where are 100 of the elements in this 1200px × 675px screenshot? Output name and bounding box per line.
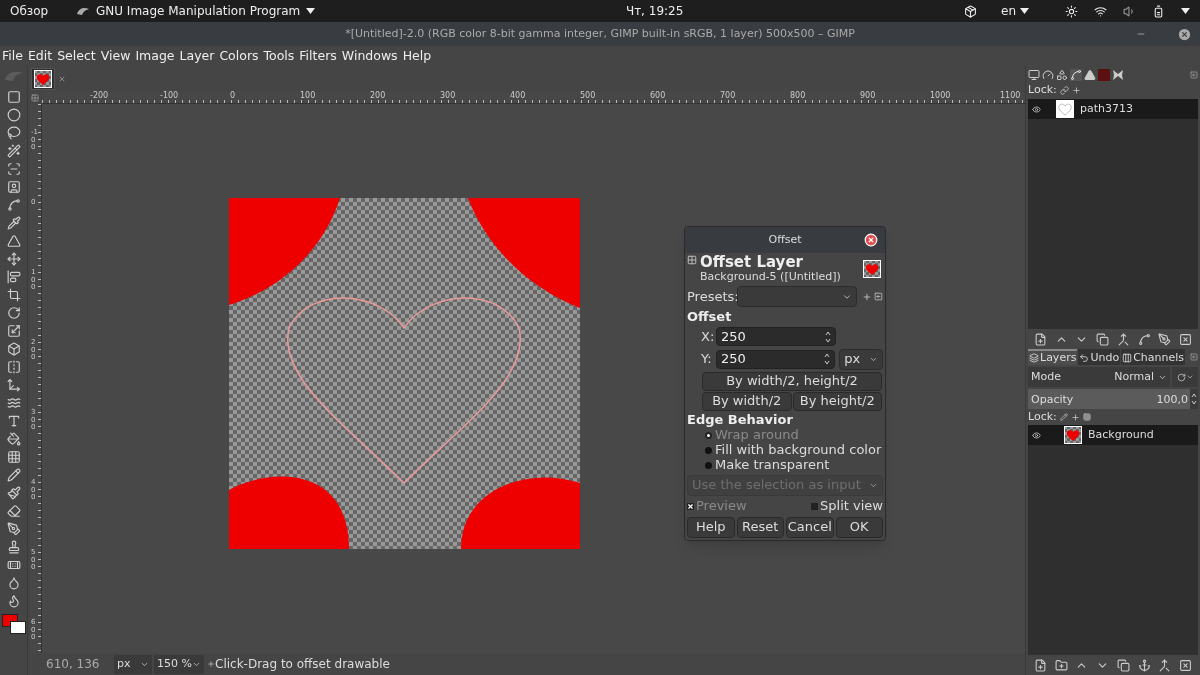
shapes-icon[interactable] — [1056, 69, 1068, 81]
flame-icon[interactable] — [6, 594, 21, 608]
delete-icon[interactable] — [1178, 332, 1192, 346]
menu-item[interactable]: View — [100, 46, 131, 66]
anchor-icon[interactable] — [1137, 658, 1151, 672]
delete-icon[interactable] — [1178, 658, 1192, 672]
triangle-icon[interactable] — [6, 234, 21, 248]
paths-icon[interactable] — [1070, 69, 1082, 81]
axes-icon[interactable] — [6, 378, 21, 392]
composite-dropdown[interactable] — [1172, 367, 1198, 387]
wifi-icon[interactable] — [1094, 4, 1107, 18]
ellipse-icon[interactable] — [6, 108, 21, 122]
new-group-icon[interactable] — [1054, 658, 1068, 672]
menu-item[interactable]: Select — [57, 46, 96, 66]
button[interactable]: OK — [835, 516, 883, 538]
button[interactable]: By width/2, height/2 — [702, 371, 882, 391]
text-tool-icon[interactable] — [6, 414, 21, 428]
scan-icon[interactable] — [6, 162, 21, 176]
menu-icon[interactable] — [1190, 71, 1198, 79]
menu-icon[interactable] — [1190, 353, 1198, 361]
menu-icon[interactable] — [874, 292, 883, 301]
rotate-icon[interactable] — [6, 306, 21, 320]
grid-icon[interactable] — [6, 450, 21, 464]
eye-icon[interactable] — [1032, 104, 1041, 114]
position-lock-icon[interactable] — [1070, 412, 1080, 422]
triangle-icon[interactable] — [1084, 69, 1096, 81]
battery-icon[interactable] — [1152, 4, 1165, 18]
monitor-icon[interactable] — [1028, 69, 1040, 81]
pen-icon[interactable] — [6, 522, 21, 536]
number-field[interactable]: 250 — [715, 349, 836, 369]
button[interactable]: By height/2 — [792, 391, 882, 411]
droplet-icon[interactable] — [6, 576, 21, 590]
pixels-lock-icon[interactable] — [1059, 413, 1068, 421]
menu-item[interactable]: Windows — [341, 46, 398, 66]
align-icon[interactable] — [6, 270, 21, 284]
new-layer-icon[interactable] — [1034, 658, 1047, 672]
path-row[interactable]: path3713 — [1028, 99, 1198, 119]
new-icon[interactable] — [1034, 332, 1047, 346]
spin-arrows-icon[interactable] — [824, 352, 831, 366]
opacity-slider[interactable]: Opacity 100,0 — [1028, 389, 1198, 409]
stamp-icon[interactable] — [6, 540, 21, 554]
bandage-icon[interactable] — [6, 558, 21, 572]
merge-icon[interactable] — [1158, 658, 1172, 672]
rectangle-icon[interactable] — [6, 90, 21, 104]
bowtie-icon[interactable] — [1112, 69, 1124, 81]
zoom-dropdown[interactable]: 150 % — [154, 654, 204, 674]
radio-button[interactable] — [705, 446, 712, 454]
close-icon[interactable] — [1177, 26, 1192, 42]
eye-icon[interactable] — [1032, 430, 1041, 440]
caret-icon[interactable] — [1181, 8, 1190, 14]
menu-item[interactable]: Help — [402, 46, 432, 66]
checkbox[interactable] — [811, 502, 819, 510]
crop-icon[interactable] — [6, 288, 21, 302]
radio-option[interactable]: Fill with background color — [705, 442, 882, 458]
image-tab[interactable] — [31, 68, 55, 90]
dock-tab[interactable]: Layers — [1028, 349, 1078, 365]
spin-arrows-icon[interactable] — [1191, 392, 1197, 406]
mode-dropdown[interactable]: Mode Normal — [1028, 367, 1170, 387]
pencil-icon[interactable] — [6, 468, 21, 482]
clock[interactable]: Чт, 19:25 — [625, 2, 684, 20]
color-swatches[interactable] — [0, 614, 27, 636]
paint-bucket-icon[interactable] — [6, 432, 21, 446]
activities-button[interactable]: Обзор — [10, 2, 66, 20]
spin-arrows-icon[interactable] — [825, 329, 831, 344]
button[interactable]: Help — [687, 516, 735, 538]
merge-icon[interactable] — [1116, 332, 1130, 346]
waves-icon[interactable] — [6, 396, 21, 410]
position-lock-icon[interactable] — [1071, 85, 1081, 95]
unit-dropdown[interactable]: px — [839, 348, 883, 370]
dock-tab[interactable]: Undo — [1078, 349, 1121, 365]
dock-tab[interactable]: Channels — [1121, 349, 1186, 365]
flip-icon[interactable] — [6, 360, 21, 374]
pen-icon[interactable] — [1158, 332, 1172, 346]
eyedropper-icon[interactable] — [6, 216, 21, 230]
brightness-icon[interactable] — [1065, 4, 1078, 18]
radio-button[interactable] — [705, 461, 712, 469]
menu-item[interactable]: File — [2, 46, 23, 66]
language-menu[interactable]: en — [1001, 2, 1029, 20]
gauge-icon[interactable] — [1042, 69, 1054, 81]
menu-item[interactable]: Image — [135, 46, 175, 66]
wand-icon[interactable] — [6, 144, 21, 158]
button[interactable]: Reset — [736, 516, 784, 538]
alpha-lock-icon[interactable] — [1082, 413, 1091, 421]
eraser-icon[interactable] — [6, 504, 21, 518]
brush-icon[interactable] — [6, 486, 21, 500]
cube-icon[interactable] — [6, 342, 21, 356]
add-icon[interactable] — [862, 291, 873, 302]
unit-dropdown[interactable]: px — [114, 654, 152, 674]
spline-icon[interactable] — [1137, 332, 1151, 346]
move-icon[interactable] — [6, 252, 21, 266]
number-field[interactable]: 250 — [716, 327, 836, 347]
expand-icon[interactable] — [687, 255, 697, 265]
portrait-icon[interactable] — [6, 180, 21, 194]
duplicate-icon[interactable] — [1116, 658, 1130, 672]
button[interactable]: By width/2 — [702, 391, 792, 411]
menu-item[interactable]: Tools — [263, 46, 295, 66]
app-menu[interactable]: GNU Image Manipulation Program — [76, 2, 316, 20]
duplicate-icon[interactable] — [1096, 332, 1110, 346]
lasso-icon[interactable] — [6, 126, 21, 140]
button[interactable]: Cancel — [786, 516, 834, 538]
